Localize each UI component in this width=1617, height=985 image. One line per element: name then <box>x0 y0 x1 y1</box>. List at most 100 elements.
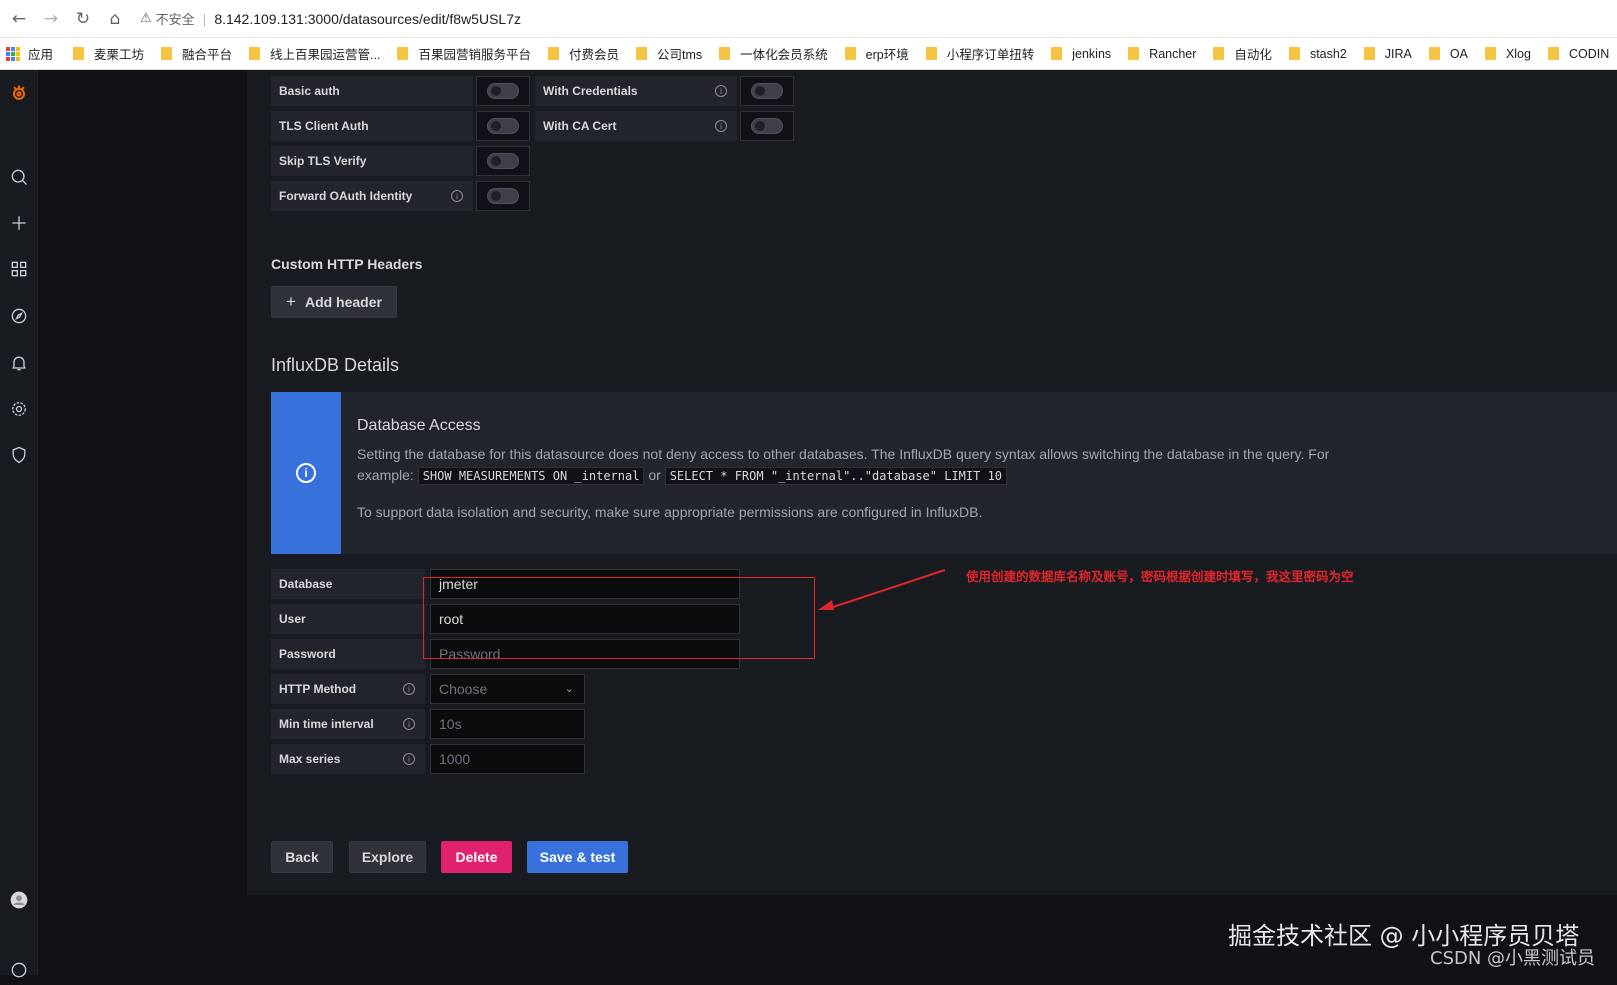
search-icon[interactable] <box>0 162 38 192</box>
bookmark-label: erp环境 <box>865 48 909 62</box>
http-method-select[interactable]: Choose ⌄ <box>430 674 585 704</box>
bookmark-label: 一体化会员系统 <box>740 48 828 62</box>
folder-icon <box>249 47 261 60</box>
folder-icon <box>1428 47 1440 60</box>
database-label: Database <box>271 569 425 599</box>
custom-headers-title: Custom HTTP Headers <box>271 256 423 272</box>
bookmark-item[interactable]: 小程序订单扭转 <box>925 44 1034 63</box>
bookmark-label: OA <box>1449 46 1468 61</box>
bookmark-item[interactable]: JIRA <box>1363 47 1412 61</box>
info-circle-icon: i <box>296 463 316 483</box>
forward-oauth-label: Forward OAuth Identity i <box>271 181 473 211</box>
with-ca-cert-text: With CA Cert <box>543 119 617 133</box>
bookmark-label: jenkins <box>1072 46 1112 61</box>
bookmark-label: Rancher <box>1149 46 1197 61</box>
grafana-logo-icon[interactable] <box>0 78 38 108</box>
bookmark-item[interactable]: 付费会员 <box>547 44 619 63</box>
forward-arrow-icon[interactable]: → <box>38 6 64 32</box>
bookmark-item[interactable]: 融合平台 <box>161 44 232 63</box>
folder-icon <box>1547 47 1559 60</box>
dashboards-icon[interactable] <box>0 254 38 284</box>
influxdb-details-title: InfluxDB Details <box>271 355 400 375</box>
annotation-highlight-box <box>423 577 815 659</box>
info-icon[interactable]: i <box>403 753 415 765</box>
min-time-interval-text: Min time interval <box>279 717 374 731</box>
plus-icon: + <box>286 292 296 311</box>
url-text[interactable]: 8.142.109.131:3000/datasources/edit/f8w5… <box>214 11 521 27</box>
bookmark-item[interactable]: 一体化会员系统 <box>719 44 828 63</box>
alert-title: Database Access <box>357 417 481 434</box>
configuration-gear-icon[interactable] <box>0 394 38 424</box>
bookmark-item[interactable]: jenkins <box>1051 47 1111 61</box>
database-access-alert: i Database Access Setting the database f… <box>271 392 1617 554</box>
folder-icon <box>925 47 937 60</box>
bookmark-item[interactable]: 麦栗工坊 <box>73 44 144 63</box>
info-icon[interactable]: i <box>715 85 727 97</box>
max-series-input[interactable]: 1000 <box>430 744 585 774</box>
http-method-value: Choose <box>439 681 488 697</box>
info-icon[interactable]: i <box>715 120 727 132</box>
code-snippet-1: SHOW MEASUREMENTS ON _internal <box>417 467 645 485</box>
home-icon[interactable]: ⌂ <box>102 6 128 32</box>
skip-tls-verify-switch[interactable] <box>476 146 530 176</box>
min-time-interval-input[interactable]: 10s <box>430 709 585 739</box>
bookmark-item[interactable]: erp环境 <box>844 44 909 63</box>
toggle-icon <box>487 83 519 99</box>
with-credentials-switch[interactable] <box>740 76 794 106</box>
with-credentials-text: With Credentials <box>543 84 638 98</box>
save-test-button[interactable]: Save & test <box>527 841 628 873</box>
back-button[interactable]: Back <box>271 841 333 873</box>
tls-client-auth-switch[interactable] <box>476 111 530 141</box>
forward-oauth-switch[interactable] <box>476 181 530 211</box>
max-series-label: Max series i <box>271 744 425 774</box>
security-label: 不安全 <box>155 12 195 27</box>
bookmark-item[interactable]: stash2 <box>1288 47 1347 61</box>
bookmark-item[interactable]: Rancher <box>1128 47 1196 61</box>
main-content: Basic auth With Credentials i TLS Client… <box>38 70 1617 975</box>
chevron-down-icon: ⌄ <box>564 682 574 695</box>
folder-icon <box>636 47 647 60</box>
with-ca-cert-switch[interactable] <box>740 111 794 141</box>
bookmark-label: CODIN <box>1568 46 1610 61</box>
bookmark-item[interactable]: 自动化 <box>1213 44 1272 63</box>
back-arrow-icon[interactable]: ← <box>6 6 32 32</box>
bookmark-item[interactable]: 公司tms <box>636 44 702 63</box>
bookmark-label: 线上百果园运营管... <box>270 48 381 62</box>
bookmark-item[interactable]: 线上百果园运营管... <box>249 44 380 63</box>
bookmark-apps[interactable]: 应用 <box>28 44 53 63</box>
basic-auth-switch[interactable] <box>476 76 530 106</box>
alert-text-line: Setting the database for this datasource… <box>357 446 1330 462</box>
browser-toolbar: ← → ↻ ⌂ ⚠ 不安全 | 8.142.109.131:3000/datas… <box>0 0 1617 38</box>
with-credentials-label: With Credentials i <box>535 76 737 106</box>
add-header-button[interactable]: + Add header <box>271 286 397 318</box>
alerting-bell-icon[interactable] <box>0 348 38 378</box>
info-icon[interactable]: i <box>403 718 415 730</box>
delete-button[interactable]: Delete <box>441 841 512 873</box>
explore-compass-icon[interactable] <box>0 301 38 331</box>
help-icon[interactable] <box>0 955 38 985</box>
apps-grid-icon[interactable] <box>6 46 20 61</box>
min-time-interval-label: Min time interval i <box>271 709 425 739</box>
bookmark-item[interactable]: CODIN <box>1547 46 1610 61</box>
bookmark-label: Xlog <box>1505 46 1531 61</box>
url-separator: | <box>202 10 207 27</box>
url-bar[interactable]: ⚠ 不安全 | 8.142.109.131:3000/datasources/e… <box>140 5 1617 33</box>
bookmark-item[interactable]: Xlog <box>1484 46 1531 61</box>
folder-icon <box>1051 47 1063 60</box>
folder-icon <box>1363 47 1375 60</box>
add-header-label: Add header <box>304 294 382 310</box>
bookmark-item[interactable]: OA <box>1428 46 1468 61</box>
user-avatar-icon[interactable] <box>0 885 38 915</box>
folder-icon <box>397 47 409 60</box>
explore-button[interactable]: Explore <box>349 841 426 873</box>
info-icon[interactable]: i <box>451 190 463 202</box>
info-icon[interactable]: i <box>403 683 415 695</box>
reload-icon[interactable]: ↻ <box>70 6 96 32</box>
with-ca-cert-label: With CA Cert i <box>535 111 737 141</box>
bookmark-item[interactable]: 百果园营销服务平台 <box>397 44 531 63</box>
folder-icon <box>844 47 856 60</box>
bookmark-label: 麦栗工坊 <box>94 48 145 62</box>
plus-icon[interactable] <box>0 208 38 238</box>
tls-client-auth-label: TLS Client Auth <box>271 111 473 141</box>
server-admin-shield-icon[interactable] <box>0 440 38 470</box>
